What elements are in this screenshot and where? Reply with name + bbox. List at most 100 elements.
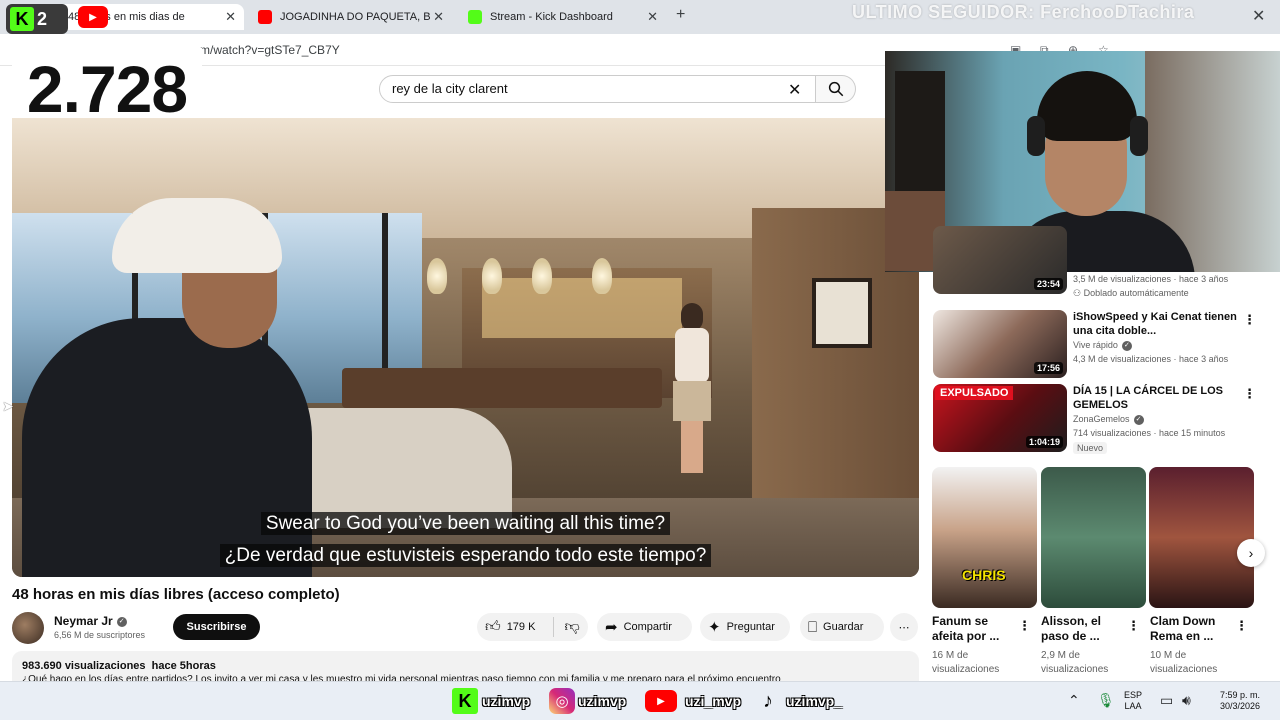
close-tab-icon[interactable]: ✕ <box>647 9 658 25</box>
search-box[interactable]: ✕ <box>379 75 816 103</box>
recommendation-channel[interactable]: Vive rápido ✓ <box>1073 340 1132 351</box>
short-title[interactable]: Alisson, el paso de ... <box>1041 614 1127 644</box>
clock-date: 30/3/2026 <box>1219 701 1261 711</box>
short-thumbnail[interactable]: CHRIS <box>932 467 1037 608</box>
more-options-icon[interactable]: ⋮ <box>1243 312 1256 328</box>
short-title[interactable]: Clam Down Rema en ... <box>1150 614 1236 644</box>
more-options-icon[interactable]: ⋮ <box>1018 618 1031 634</box>
tab-video[interactable]: 48 horas en mis dias de ✕ <box>38 4 244 30</box>
video-scene <box>681 421 703 473</box>
channel-name-text[interactable]: Neymar Jr <box>54 614 113 628</box>
close-tab-icon[interactable]: ✕ <box>225 9 236 25</box>
like-dislike-group: 👍︎ 179 K 👎︎ <box>477 613 588 641</box>
more-actions-button[interactable]: ⋯ <box>890 613 918 641</box>
instagram-username: uzimvp <box>578 693 627 709</box>
recommendation-item[interactable]: EXPULSADO 1:04:19 DÍA 15 | LA CÁRCEL DE … <box>933 384 1263 454</box>
video-scene <box>675 328 709 383</box>
close-tab-icon[interactable]: ✕ <box>433 9 444 25</box>
caption-english: Swear to God you’ve been waiting all thi… <box>12 512 919 535</box>
webcam-scene <box>1130 116 1148 156</box>
tiktok-icon[interactable]: ♪ <box>755 688 781 714</box>
save-button[interactable]: ⎕ Guardar <box>800 613 884 641</box>
short-thumbnail[interactable] <box>1041 467 1146 608</box>
more-options-icon[interactable]: ⋮ <box>1235 618 1248 634</box>
video-scene <box>482 278 682 338</box>
shorts-next-button[interactable]: › <box>1237 539 1265 567</box>
more-options-icon[interactable]: ⋮ <box>1243 386 1256 402</box>
kick-viewer-count: 2 <box>37 8 48 29</box>
kick-username: uzimvp <box>482 693 531 709</box>
video-scene <box>592 258 612 294</box>
youtube-favicon-icon <box>258 10 272 24</box>
browser-tabstrip: 48 horas en mis dias de ✕ JOGADINHA DO P… <box>0 0 1280 34</box>
subscribe-button[interactable]: Suscribirse <box>173 614 260 640</box>
kick-app-icon[interactable]: K <box>452 688 478 714</box>
youtube-app-icon[interactable]: ▶ <box>645 690 677 712</box>
save-label: Guardar <box>823 621 864 633</box>
short-meta: 16 M de visualizaciones <box>932 650 1000 675</box>
clear-search-icon[interactable]: ✕ <box>788 80 801 100</box>
like-count[interactable]: 179 K <box>507 621 536 633</box>
webcam-scene <box>1037 71 1137 141</box>
video-scene <box>673 381 711 421</box>
close-window-button[interactable]: ✕ <box>1252 6 1265 26</box>
clock[interactable]: 7:59 p. m. 30/3/2026 <box>1210 690 1270 712</box>
kick-viewer-badge: K 2 <box>6 4 68 34</box>
microphone-icon[interactable]: 🎙︎ <box>1097 692 1115 709</box>
network-icon[interactable]: ▭ <box>1160 692 1173 709</box>
thumbnail-label: EXPULSADO <box>935 386 1014 400</box>
new-tab-button[interactable]: + <box>676 6 685 24</box>
short-thumb-label: CHRIS <box>962 567 1006 583</box>
video-scene <box>681 303 703 331</box>
youtube-logo-icon: ▶ <box>78 6 108 28</box>
recommendation-item[interactable]: 17:56 iShowSpeed y Kai Cenat tienen una … <box>933 310 1263 378</box>
tab-jogadinha[interactable]: JOGADINHA DO PAQUETA, BA ✕ <box>250 4 452 30</box>
tab-kick-dashboard[interactable]: Stream - Kick Dashboard ✕ <box>460 4 666 30</box>
share-label: Compartir <box>623 621 672 633</box>
duration-badge: 17:56 <box>1033 362 1063 374</box>
language-indicator[interactable]: ESP LAA <box>1124 690 1142 712</box>
channel-text[interactable]: Vive rápido <box>1073 340 1118 350</box>
language-code: ESP <box>1124 690 1143 700</box>
channel-text[interactable]: ZonaGemelos <box>1073 414 1130 424</box>
posted-time: hace 5horas <box>151 660 216 672</box>
url-text[interactable]: m/watch?v=gtSTe7_CB7Y <box>200 43 340 57</box>
recommendation-meta: 4,3 M de visualizaciones · hace 3 años <box>1073 354 1229 364</box>
channel-avatar[interactable] <box>12 612 44 644</box>
like-icon[interactable]: 👍︎ <box>485 618 501 636</box>
chevron-right-icon: › <box>1248 545 1254 561</box>
tab-title: Stream - Kick Dashboard <box>490 11 613 23</box>
video-player[interactable]: Swear to God you’ve been waiting all thi… <box>12 118 919 577</box>
video-scene <box>427 258 447 294</box>
recommendation-channel[interactable]: ZonaGemelos ✓ <box>1073 414 1144 425</box>
video-thumbnail[interactable]: EXPULSADO 1:04:19 <box>933 384 1067 452</box>
instagram-icon[interactable]: ◎ <box>549 688 575 714</box>
video-thumbnail[interactable]: 23:54 <box>933 226 1067 294</box>
more-options-icon[interactable]: ⋮ <box>1127 618 1140 634</box>
recommendation-title[interactable]: iShowSpeed y Kai Cenat tienen una cita d… <box>1073 310 1241 338</box>
video-scene <box>342 368 662 408</box>
recommendation-item[interactable]: 23:54 3,5 M de visualizaciones · hace 3 … <box>933 226 1263 298</box>
verified-icon: ✓ <box>1133 414 1144 425</box>
ask-label: Preguntar <box>726 621 775 633</box>
view-count: 983.690 visualizaciones <box>22 660 146 672</box>
chevron-up-icon[interactable]: ⌃ <box>1068 692 1080 709</box>
recommendation-meta: 714 visualizaciones · hace 15 minutos <box>1073 428 1226 438</box>
video-scene <box>667 303 717 473</box>
short-title[interactable]: Fanum se afeita por ... <box>932 614 1018 644</box>
video-scene <box>112 198 282 273</box>
short-meta: 2,9 M de visualizaciones <box>1041 650 1109 675</box>
dislike-icon[interactable]: 👎︎ <box>564 618 579 636</box>
video-thumbnail[interactable]: 17:56 <box>933 310 1067 378</box>
clock-time: 7:59 p. m. <box>1219 690 1261 700</box>
share-button[interactable]: ➦ Compartir <box>597 613 692 641</box>
ask-button[interactable]: ✦ Preguntar <box>700 613 790 641</box>
short-thumbnail[interactable] <box>1149 467 1254 608</box>
search-button[interactable] <box>816 75 856 103</box>
channel-name[interactable]: Neymar Jr ✓ <box>54 614 127 628</box>
recommendation-title[interactable]: DÍA 15 | LA CÁRCEL DE LOS GEMELOS <box>1073 384 1241 412</box>
dubbed-icon: ⚇ <box>1073 288 1084 298</box>
search-input[interactable] <box>392 81 782 96</box>
mouse-cursor-icon: ➤ <box>2 398 14 414</box>
volume-icon[interactable]: 🔊︎ <box>1182 692 1191 709</box>
